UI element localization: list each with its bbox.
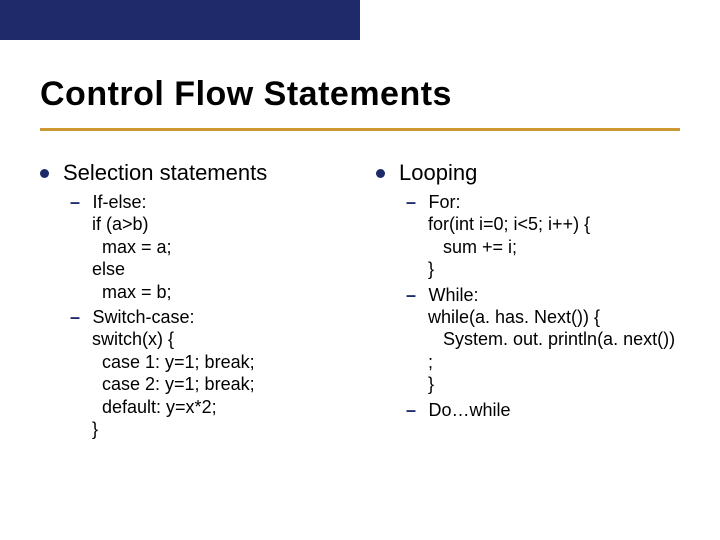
code-block: switch(x) { case 1: y=1; break; case 2: … [92, 328, 370, 441]
left-heading-row: Selection statements [40, 160, 370, 186]
code-line: for(int i=0; i<5; i++) { [428, 213, 700, 236]
dash-icon: – [406, 192, 424, 213]
left-heading: Selection statements [63, 160, 267, 186]
right-heading-row: Looping [376, 160, 700, 186]
code-line: while(a. has. Next()) { [428, 306, 700, 329]
right-column: Looping – For: for(int i=0; i<5; i++) { … [370, 160, 700, 443]
right-item-while: – While: while(a. has. Next()) { System.… [402, 285, 700, 396]
bullet-icon [40, 169, 49, 178]
code-block: if (a>b) max = a; else max = b; [92, 213, 370, 303]
code-line: } [428, 373, 700, 396]
right-heading: Looping [399, 160, 477, 186]
right-item-head: Do…while [428, 400, 510, 420]
top-banner [0, 0, 360, 40]
code-line: default: y=x*2; [92, 396, 370, 419]
left-items: – If-else: if (a>b) max = a; else max = … [66, 192, 370, 441]
code-line: case 2: y=1; break; [92, 373, 370, 396]
left-item-ifelse: – If-else: if (a>b) max = a; else max = … [66, 192, 370, 303]
code-line: if (a>b) [92, 213, 370, 236]
dash-icon: – [70, 192, 88, 213]
left-item-head: If-else: [92, 192, 146, 212]
left-column: Selection statements – If-else: if (a>b)… [40, 160, 370, 443]
code-line: max = a; [92, 236, 370, 259]
right-item-dowhile: – Do…while [402, 400, 700, 421]
right-items: – For: for(int i=0; i<5; i++) { sum += i… [402, 192, 700, 421]
bullet-icon [376, 169, 385, 178]
content-area: Selection statements – If-else: if (a>b)… [40, 160, 700, 443]
code-block: while(a. has. Next()) { System. out. pri… [428, 306, 700, 396]
code-line: ; [428, 351, 700, 374]
dash-icon: – [406, 285, 424, 306]
slide: Control Flow Statements Selection statem… [0, 0, 720, 540]
code-line: System. out. println(a. next()) [428, 328, 700, 351]
code-line: else [92, 258, 370, 281]
code-block: for(int i=0; i<5; i++) { sum += i; } [428, 213, 700, 281]
left-item-switch: – Switch-case: switch(x) { case 1: y=1; … [66, 307, 370, 441]
dash-icon: – [70, 307, 88, 328]
right-item-for: – For: for(int i=0; i<5; i++) { sum += i… [402, 192, 700, 281]
divider-rule [40, 128, 680, 131]
code-line: } [92, 418, 370, 441]
code-line: case 1: y=1; break; [92, 351, 370, 374]
code-line: switch(x) { [92, 328, 370, 351]
slide-title: Control Flow Statements [40, 75, 452, 114]
code-line: max = b; [92, 281, 370, 304]
left-item-head: Switch-case: [92, 307, 194, 327]
right-item-head: While: [428, 285, 478, 305]
right-item-head: For: [428, 192, 460, 212]
dash-icon: – [406, 400, 424, 421]
code-line: sum += i; [428, 236, 700, 259]
code-line: } [428, 258, 700, 281]
